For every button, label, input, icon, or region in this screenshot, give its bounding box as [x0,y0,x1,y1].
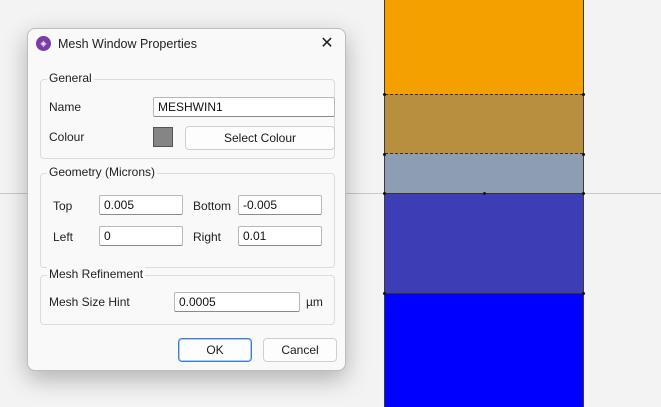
bottom-input[interactable] [238,195,322,215]
colour-label: Colour [49,130,85,144]
select-colour-button[interactable]: Select Colour [185,126,335,150]
vertex-handle[interactable] [383,292,386,295]
vertex-handle[interactable] [483,192,486,195]
cancel-button[interactable]: Cancel [263,338,337,362]
layer-3[interactable] [385,154,583,194]
mesh-size-hint-input[interactable] [174,292,300,312]
layer-2-mesh-window[interactable] [385,94,583,154]
vertex-handle[interactable] [582,153,585,156]
general-legend: General [47,71,94,85]
general-group: General Name Colour Select Colour [40,71,335,159]
close-icon[interactable]: ✕ [317,34,337,54]
top-input[interactable] [99,195,183,215]
dialog-title: Mesh Window Properties [58,37,197,51]
layer-stack[interactable] [383,0,585,407]
vertex-handle[interactable] [383,153,386,156]
left-input[interactable] [99,226,183,246]
ok-button[interactable]: OK [178,338,252,362]
micron-unit-label: µm [306,295,323,309]
vertex-handle[interactable] [383,192,386,195]
layer-4[interactable] [385,194,583,294]
mesh-refinement-group: Mesh Refinement Mesh Size Hint µm [40,267,335,325]
name-input[interactable] [153,97,335,117]
mesh-size-hint-label: Mesh Size Hint [49,295,130,309]
vertex-handle[interactable] [582,93,585,96]
mesh-refinement-legend: Mesh Refinement [47,267,146,281]
layer-5[interactable] [385,294,583,407]
left-label: Left [53,230,74,244]
right-input[interactable] [238,226,322,246]
top-label: Top [53,199,73,213]
right-label: Right [193,230,222,244]
bottom-label: Bottom [193,199,232,213]
mesh-window-properties-dialog: ◈ Mesh Window Properties ✕ General Name … [27,28,346,371]
layer-1[interactable] [385,0,583,94]
colour-swatch [153,127,173,147]
name-label: Name [49,100,82,114]
vertex-handle[interactable] [383,93,386,96]
app-logo-icon: ◈ [36,36,51,51]
dialog-titlebar[interactable]: ◈ Mesh Window Properties ✕ [28,29,345,59]
geometry-group: Geometry (Microns) Top Bottom Left Right [40,165,335,268]
geometry-legend: Geometry (Microns) [47,165,158,179]
vertex-handle[interactable] [582,292,585,295]
vertex-handle[interactable] [582,192,585,195]
